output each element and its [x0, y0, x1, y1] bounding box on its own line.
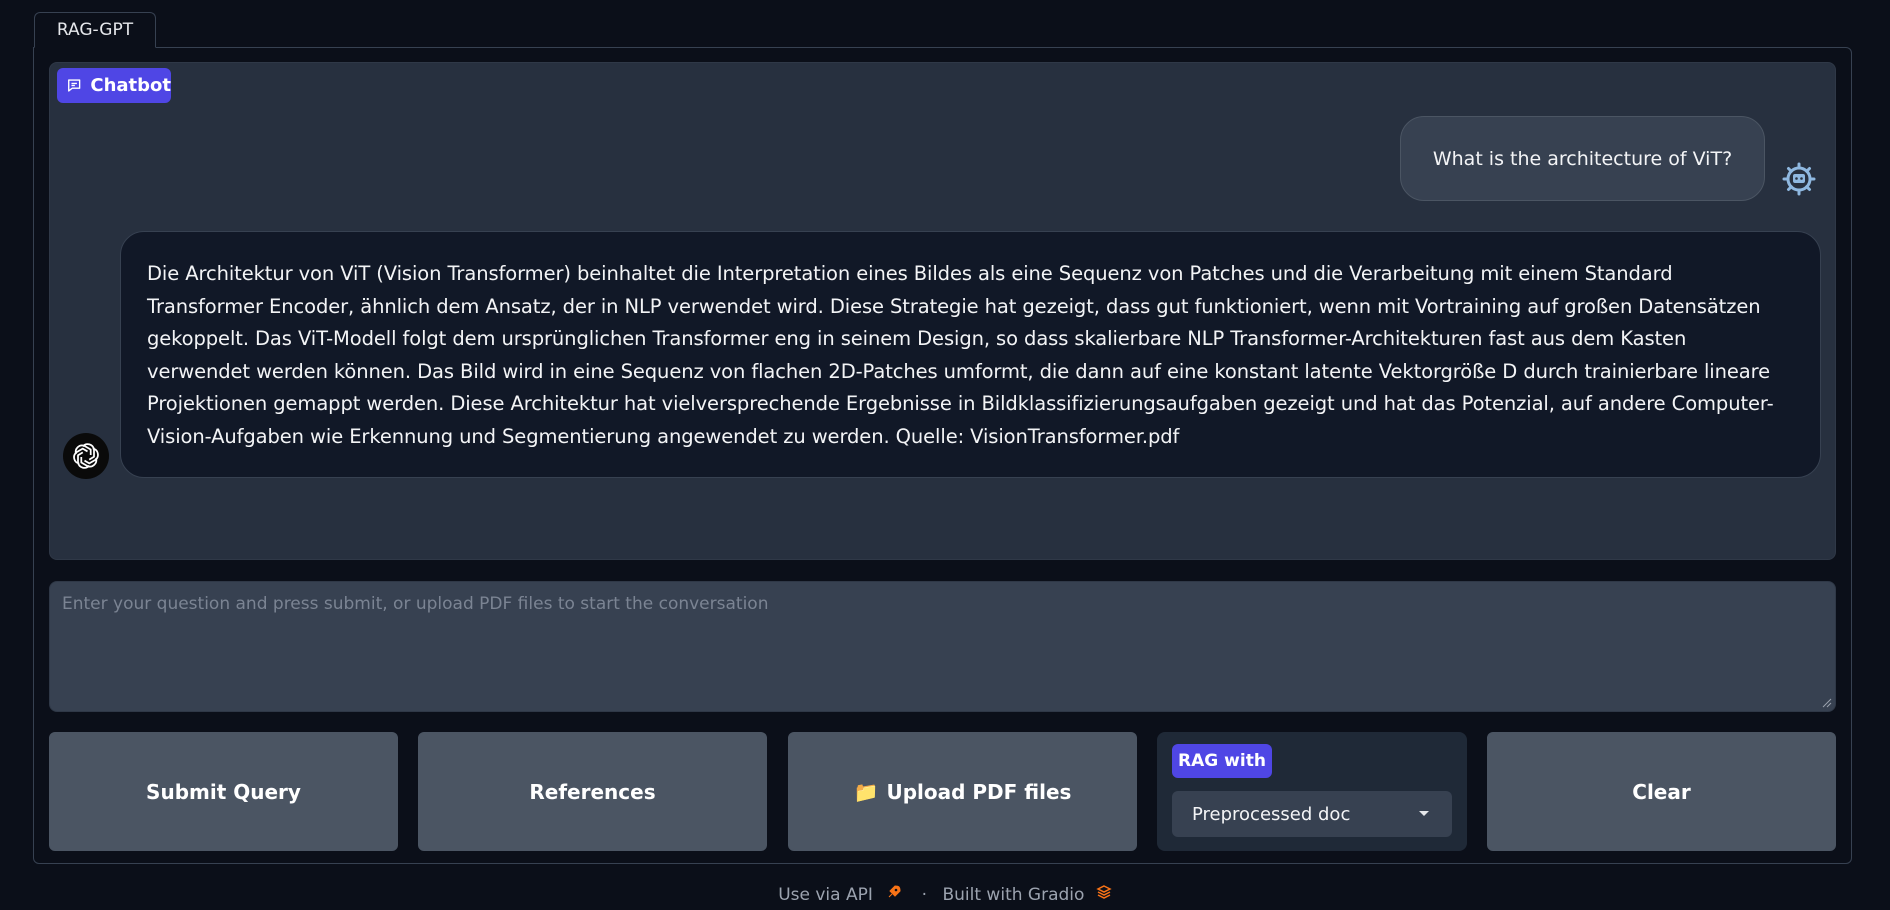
rag-label: RAG with [1172, 744, 1272, 778]
chevron-down-icon [1419, 811, 1429, 816]
chatbot-label-text: Chatbot [90, 75, 171, 96]
built-with-gradio-link[interactable]: Built with Gradio [942, 885, 1084, 905]
openai-logo-icon [63, 433, 109, 479]
clear-button[interactable]: Clear [1487, 732, 1836, 851]
references-label: References [529, 779, 656, 804]
user-message-text: What is the architecture of ViT? [1432, 147, 1733, 170]
resize-handle-icon[interactable] [1822, 698, 1832, 708]
upload-pdf-label: Upload PDF files [886, 779, 1072, 804]
chat-icon [68, 79, 81, 92]
gradio-logo-icon [1096, 884, 1112, 905]
rag-dropdown[interactable]: Preprocessed doc [1172, 791, 1452, 837]
footer: Use via API · Built with Gradio [0, 884, 1890, 905]
tab-rag-gpt[interactable]: RAG-GPT [34, 12, 156, 48]
rocket-icon [886, 884, 902, 905]
use-via-api-link[interactable]: Use via API [778, 885, 873, 905]
folder-icon: 📁 [853, 779, 879, 804]
user-avatar-icon [1782, 162, 1816, 196]
references-button[interactable]: References [418, 732, 767, 851]
submit-query-button[interactable]: Submit Query [49, 732, 398, 851]
user-message: What is the architecture of ViT? [1400, 116, 1765, 201]
upload-pdf-button[interactable]: 📁 Upload PDF files [788, 732, 1137, 851]
footer-separator: · [921, 884, 928, 905]
question-input[interactable] [49, 581, 1836, 712]
assistant-message-text: Die Architektur von ViT (Vision Transfor… [147, 262, 1774, 448]
chatbot-label: Chatbot [57, 68, 171, 103]
rag-selected-value: Preprocessed doc [1192, 803, 1351, 825]
clear-label: Clear [1632, 779, 1691, 804]
rag-label-text: RAG with [1178, 751, 1266, 771]
submit-query-label: Submit Query [146, 779, 301, 804]
assistant-message: Die Architektur von ViT (Vision Transfor… [120, 231, 1821, 478]
